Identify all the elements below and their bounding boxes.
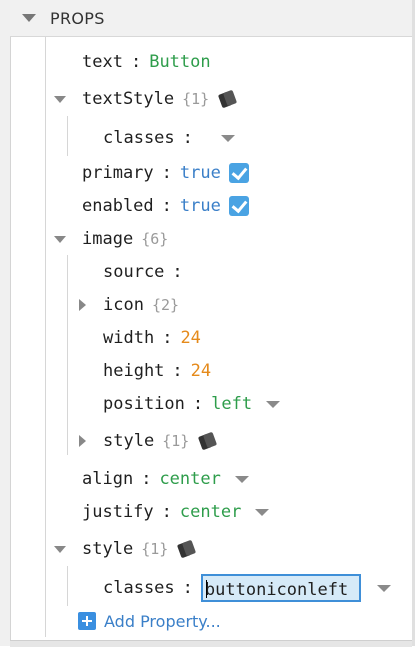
colon: : bbox=[182, 128, 193, 148]
style-tag-icon[interactable] bbox=[198, 431, 218, 451]
input-text: buttoniconleft bbox=[204, 580, 349, 600]
prop-row-style[interactable]: style {1} bbox=[54, 535, 197, 563]
colon: : bbox=[162, 328, 173, 348]
prop-value[interactable]: center bbox=[159, 469, 220, 489]
prop-row-text[interactable]: text : Button bbox=[82, 48, 211, 76]
expand-icon[interactable] bbox=[79, 435, 86, 447]
add-property-label: Add Property... bbox=[104, 611, 221, 631]
colon: : bbox=[172, 262, 183, 282]
prop-key: height bbox=[103, 361, 165, 381]
colon: : bbox=[161, 196, 172, 216]
chevron-down-icon[interactable] bbox=[220, 134, 235, 142]
prop-key: classes bbox=[103, 578, 175, 598]
prop-row-style-classes[interactable]: classes : buttoniconleft bbox=[103, 574, 391, 602]
chevron-down-icon[interactable] bbox=[255, 508, 270, 516]
style-tag-icon[interactable] bbox=[177, 539, 197, 559]
prop-value[interactable]: center bbox=[180, 502, 241, 522]
child-count: {1} bbox=[141, 540, 169, 558]
child-count: {1} bbox=[162, 432, 190, 450]
colon: : bbox=[172, 361, 183, 381]
section-title: PROPS bbox=[50, 8, 105, 28]
prop-row-textstyle[interactable]: textStyle {1} bbox=[54, 85, 238, 113]
prop-row-justify[interactable]: justify : center bbox=[82, 498, 270, 526]
colon: : bbox=[192, 394, 204, 414]
checkbox-checked-icon[interactable] bbox=[228, 163, 249, 183]
prop-key: textStyle bbox=[82, 89, 175, 109]
collapse-icon[interactable] bbox=[54, 95, 66, 103]
classes-edit-input[interactable]: buttoniconleft bbox=[200, 574, 361, 602]
colon: : bbox=[161, 163, 172, 183]
collapse-icon[interactable] bbox=[54, 545, 66, 553]
prop-row-textstyle-classes[interactable]: classes : bbox=[103, 124, 235, 152]
prop-key: source bbox=[103, 262, 165, 282]
prop-value[interactable]: Button bbox=[149, 52, 210, 72]
prop-row-image-position[interactable]: position : left bbox=[103, 390, 281, 418]
prop-value[interactable]: 24 bbox=[180, 328, 200, 348]
props-section-header[interactable]: PROPS bbox=[10, 0, 412, 37]
prop-key: text bbox=[82, 52, 123, 72]
prop-row-image[interactable]: image {6} bbox=[54, 225, 168, 253]
prop-row-primary[interactable]: primary : true bbox=[82, 159, 249, 187]
prop-key: image bbox=[82, 229, 134, 249]
child-count: {6} bbox=[141, 230, 169, 248]
colon: : bbox=[161, 502, 172, 522]
tree-guide-image bbox=[67, 255, 68, 455]
prop-key: enabled bbox=[82, 196, 154, 216]
prop-key: primary bbox=[82, 163, 154, 183]
prop-value[interactable]: true bbox=[180, 163, 221, 183]
colon: : bbox=[182, 578, 193, 598]
prop-key: icon bbox=[103, 295, 144, 315]
collapse-section-icon[interactable] bbox=[22, 14, 36, 22]
chevron-down-icon[interactable] bbox=[376, 584, 391, 592]
prop-key: position bbox=[103, 394, 185, 414]
child-count: {2} bbox=[151, 296, 180, 314]
tree-guide-style bbox=[67, 566, 68, 606]
collapse-icon[interactable] bbox=[54, 235, 66, 243]
prop-row-image-height[interactable]: height : 24 bbox=[103, 357, 211, 385]
plus-icon bbox=[78, 612, 96, 630]
expand-icon[interactable] bbox=[79, 299, 86, 311]
chevron-down-icon[interactable] bbox=[266, 400, 281, 408]
tree-guide-root bbox=[45, 37, 46, 637]
prop-row-enabled[interactable]: enabled : true bbox=[82, 192, 249, 220]
checkbox-checked-icon[interactable] bbox=[228, 196, 249, 216]
prop-row-image-source[interactable]: source : bbox=[103, 258, 191, 286]
chevron-down-icon[interactable] bbox=[234, 475, 249, 483]
add-property-button[interactable]: Add Property... bbox=[78, 608, 221, 634]
prop-value[interactable]: true bbox=[180, 196, 221, 216]
text-caret bbox=[205, 580, 207, 598]
tree-guide-textstyle bbox=[67, 116, 68, 156]
prop-key: width bbox=[103, 328, 155, 348]
prop-value[interactable]: left bbox=[211, 394, 252, 414]
prop-row-image-width[interactable]: width : 24 bbox=[103, 324, 201, 352]
prop-key: justify bbox=[82, 502, 154, 522]
style-tag-icon[interactable] bbox=[218, 89, 238, 109]
colon: : bbox=[141, 469, 152, 489]
colon: : bbox=[130, 52, 142, 72]
prop-key: classes bbox=[103, 128, 175, 148]
prop-value[interactable]: 24 bbox=[191, 361, 211, 381]
child-count: {1} bbox=[182, 90, 210, 108]
prop-row-image-icon[interactable]: icon {2} bbox=[79, 291, 179, 319]
panel-left-border bbox=[0, 0, 11, 646]
prop-key: align bbox=[82, 469, 134, 489]
prop-key: style bbox=[103, 431, 155, 451]
prop-row-align[interactable]: align : center bbox=[82, 465, 249, 493]
prop-key: style bbox=[82, 539, 134, 559]
prop-row-image-style[interactable]: style {1} bbox=[79, 427, 218, 455]
